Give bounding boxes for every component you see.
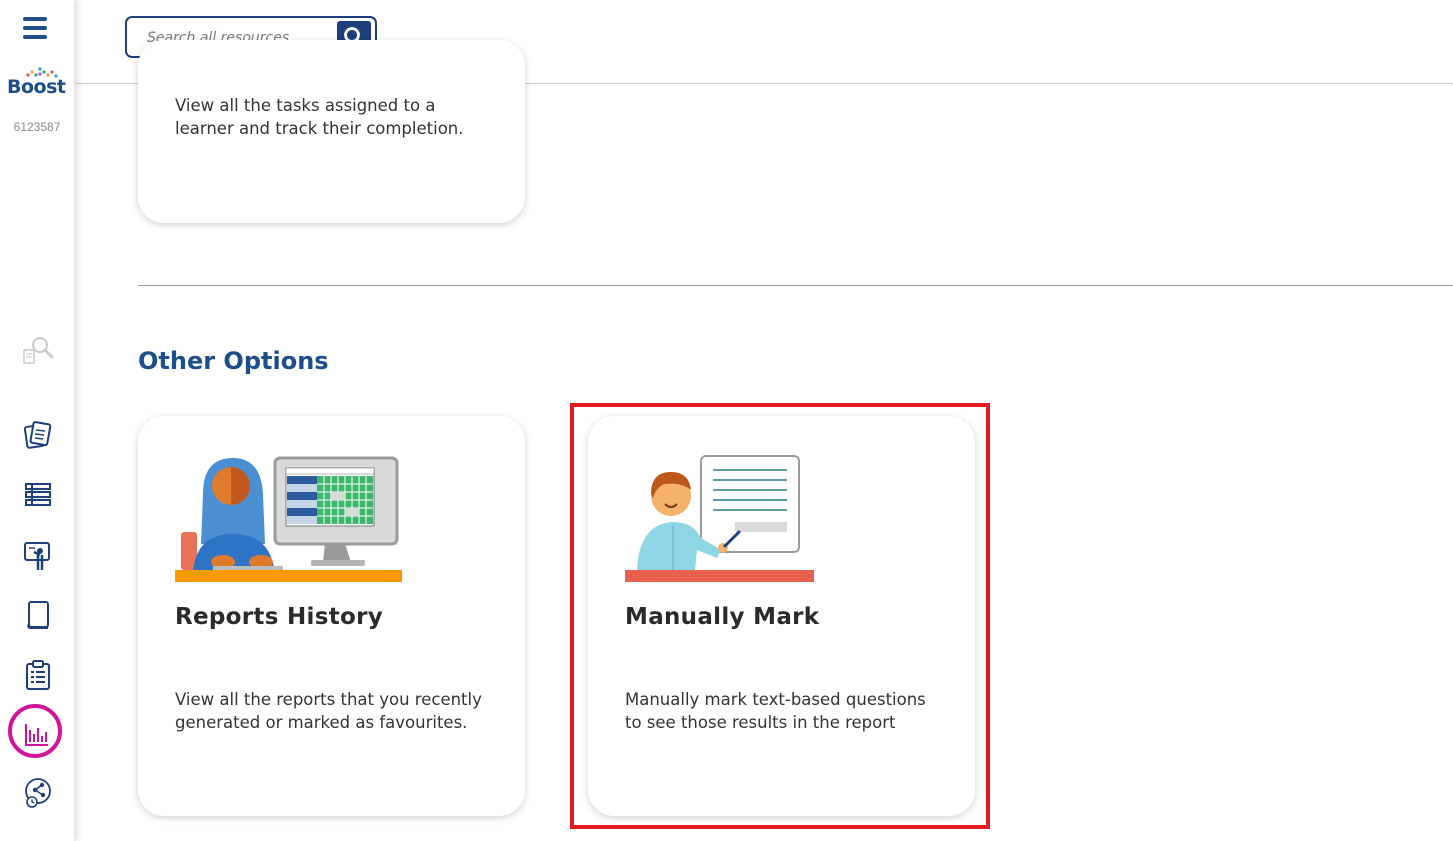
card-description: View all the tasks assigned to a learner… xyxy=(175,96,464,138)
share-history-icon[interactable] xyxy=(21,775,55,809)
learner-tasks-card[interactable]: View all the tasks assigned to a learner… xyxy=(138,40,525,223)
reports-history-illustration xyxy=(175,456,402,582)
reports-history-card[interactable]: Reports History View all the reports tha… xyxy=(138,416,525,816)
card-description: View all the reports that you recently g… xyxy=(175,690,482,732)
school-id: 6123587 xyxy=(13,120,61,134)
list-icon[interactable] xyxy=(21,478,55,512)
boost-logo: Boost xyxy=(6,66,70,98)
card-title: Reports History xyxy=(175,604,384,630)
section-divider xyxy=(138,285,1453,286)
reports-chart-icon[interactable] xyxy=(20,718,54,752)
highlight-annotation-box xyxy=(570,403,990,829)
section-title: Other Options xyxy=(138,347,329,375)
teacher-icon[interactable] xyxy=(21,538,55,572)
clipboard-icon[interactable] xyxy=(21,658,55,692)
menu-icon[interactable] xyxy=(23,17,47,39)
book-icon[interactable] xyxy=(21,598,55,632)
search-resources-icon[interactable] xyxy=(21,333,55,367)
sidebar: Boost 6123587 xyxy=(0,0,75,841)
documents-icon[interactable] xyxy=(21,418,55,452)
logo-text: Boost xyxy=(7,76,66,98)
